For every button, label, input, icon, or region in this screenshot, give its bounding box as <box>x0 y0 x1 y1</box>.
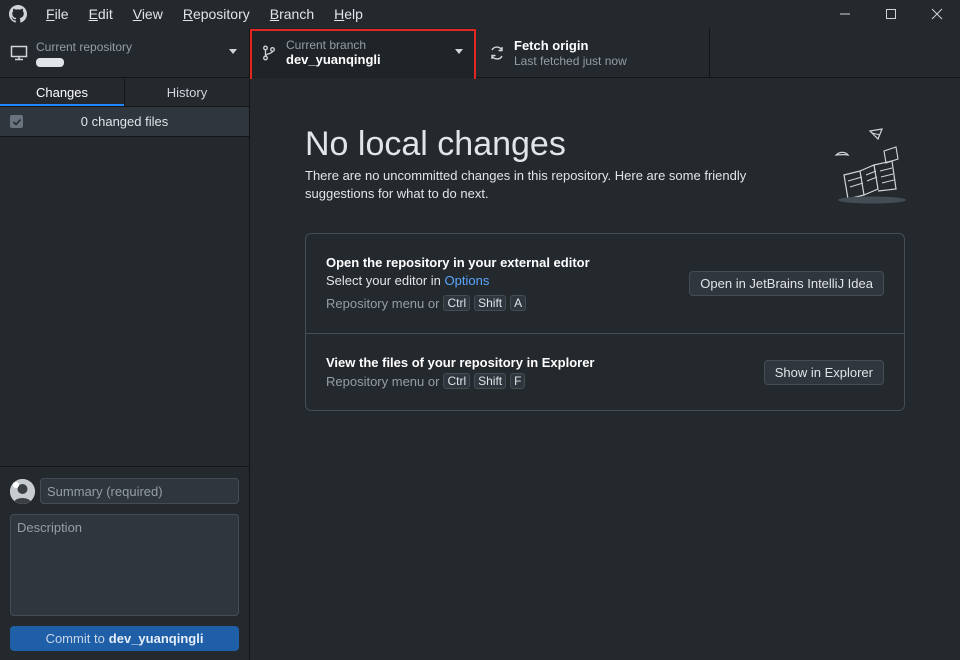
menu-view[interactable]: View <box>123 0 173 28</box>
show-in-explorer-button[interactable]: Show in Explorer <box>763 360 884 385</box>
title-bar: File Edit View Repository Branch Help <box>0 0 960 28</box>
computer-icon <box>8 42 30 64</box>
commit-button[interactable]: Commit to dev_yuanqingli <box>10 626 239 651</box>
menu-repository[interactable]: Repository <box>173 0 260 28</box>
checkmark-icon <box>12 118 21 126</box>
changed-files-count: 0 changed files <box>80 114 169 129</box>
key-a: A <box>510 295 527 311</box>
key-ctrl: Ctrl <box>443 373 471 389</box>
current-branch-label: Current branch <box>286 38 367 52</box>
avatar <box>10 479 35 504</box>
changes-header: 0 changed files <box>0 107 249 137</box>
toolbar: Current repository Current branch dev_yu… <box>0 28 960 78</box>
current-branch-name: dev_yuanqingli <box>286 52 381 67</box>
fetch-origin-button[interactable]: Fetch origin Last fetched just now <box>476 28 710 78</box>
menu-help[interactable]: Help <box>324 0 373 28</box>
fetch-origin-label: Fetch origin <box>514 38 589 53</box>
sidebar-tabs: Changes History <box>0 79 249 107</box>
window-controls <box>822 0 960 28</box>
page-subtitle: There are no uncommitted changes in this… <box>305 168 747 201</box>
editor-action-description: Select your editor in Options <box>326 273 489 288</box>
minimize-icon <box>840 13 850 15</box>
commit-button-prefix: Commit to <box>45 631 105 646</box>
menu-file[interactable]: File <box>36 0 79 28</box>
sync-icon <box>486 42 508 64</box>
sidebar: Changes History 0 changed files Commit t… <box>0 79 250 660</box>
commit-description-input[interactable] <box>10 514 239 616</box>
select-all-checkbox[interactable] <box>10 115 23 128</box>
main-panel: No local changes There are no uncommitte… <box>250 79 960 660</box>
last-fetched-status: Last fetched just now <box>514 54 627 68</box>
options-link[interactable]: Options <box>445 273 490 288</box>
explorer-shortcut-prefix: Repository menu or <box>326 373 440 389</box>
repository-dropdown-caret-icon <box>229 49 237 54</box>
empty-state-illustration-icon <box>834 125 908 205</box>
key-f: F <box>510 373 526 389</box>
git-branch-icon <box>258 42 280 64</box>
github-logo-icon <box>0 0 36 28</box>
page-title: No local changes <box>305 125 566 163</box>
commit-panel: Commit todev_yuanqingli <box>0 466 249 660</box>
open-in-editor-button[interactable]: Open in JetBrains IntelliJ Idea <box>689 271 884 296</box>
suggested-actions: Open the repository in your external edi… <box>305 233 905 411</box>
editor-shortcut: Repository menu or Ctrl Shift A <box>326 295 527 311</box>
branch-dropdown-caret-icon <box>455 49 463 54</box>
commit-summary-input[interactable] <box>40 478 239 504</box>
tab-history[interactable]: History <box>124 79 249 106</box>
maximize-button[interactable] <box>868 0 914 28</box>
key-shift: Shift <box>474 295 507 311</box>
commit-button-branch: dev_yuanqingli <box>108 631 204 646</box>
current-branch-button[interactable]: Current branch dev_yuanqingli <box>250 28 476 78</box>
explorer-shortcut: Repository menu or Ctrl Shift F <box>326 373 526 389</box>
menu-bar: File Edit View Repository Branch Help <box>36 0 373 28</box>
menu-branch[interactable]: Branch <box>260 0 324 28</box>
key-shift: Shift <box>474 373 507 389</box>
close-icon <box>931 8 943 20</box>
menu-edit[interactable]: Edit <box>79 0 123 28</box>
tab-changes[interactable]: Changes <box>0 79 124 106</box>
current-repository-button[interactable]: Current repository <box>0 28 250 78</box>
close-button[interactable] <box>914 0 960 28</box>
explorer-action-title: View the files of your repository in Exp… <box>326 355 595 370</box>
current-repository-label: Current repository <box>36 39 133 54</box>
key-ctrl: Ctrl <box>443 295 471 311</box>
editor-action: Open the repository in your external edi… <box>306 234 904 333</box>
editor-shortcut-prefix: Repository menu or <box>326 295 440 311</box>
minimize-button[interactable] <box>822 0 868 28</box>
editor-action-title: Open the repository in your external edi… <box>326 255 590 270</box>
repository-name-redacted <box>36 57 64 67</box>
editor-action-desc-prefix: Select your editor in <box>326 273 441 288</box>
maximize-icon <box>886 9 896 19</box>
explorer-action: View the files of your repository in Exp… <box>306 333 904 410</box>
